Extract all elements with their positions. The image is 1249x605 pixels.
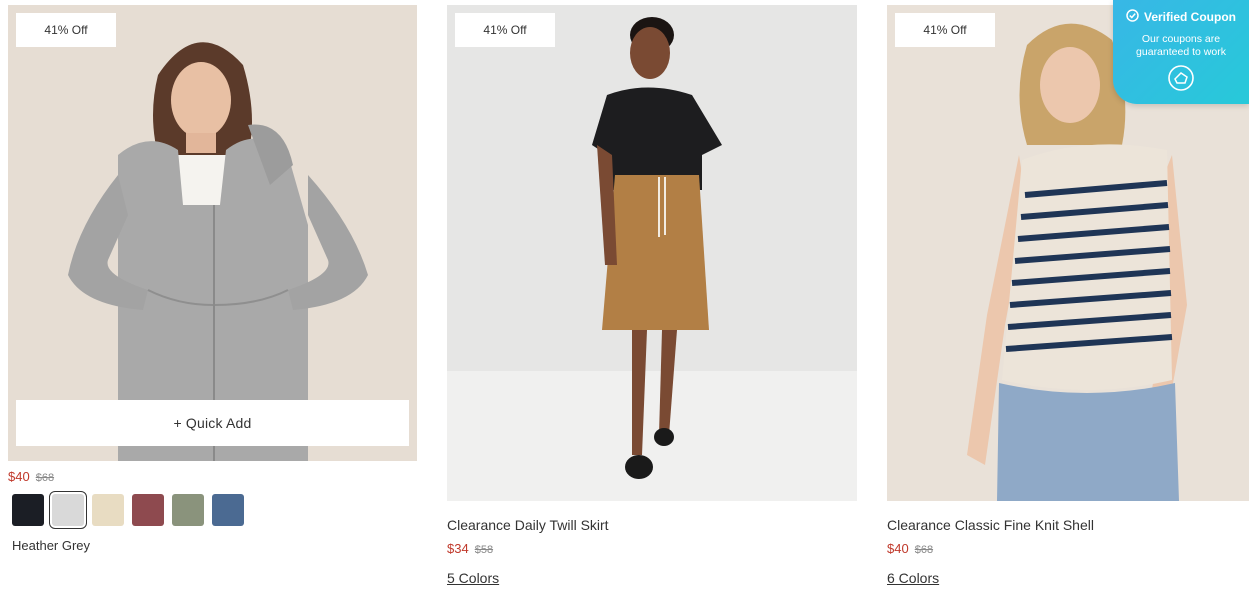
product-image-hoodie[interactable]: 41% Off + Quick Add xyxy=(8,5,417,461)
swatch-black[interactable] xyxy=(12,494,44,526)
coupon-brand-icon[interactable] xyxy=(1167,64,1195,97)
hoodie-model-illustration xyxy=(68,42,368,461)
swatch-oat[interactable] xyxy=(92,494,124,526)
coupon-header: Verified Coupon xyxy=(1113,9,1249,25)
product-card-twill-skirt[interactable]: 41% Off Clearance Daily Twill Skirt $34 $… xyxy=(447,5,857,588)
original-price: $68 xyxy=(35,472,55,484)
swatch-berry[interactable] xyxy=(132,494,164,526)
discount-badge: 41% Off xyxy=(16,13,116,47)
quick-add-button[interactable]: + Quick Add xyxy=(16,400,409,446)
original-price: $58 xyxy=(474,544,494,556)
product-title[interactable]: Clearance Classic Fine Knit Shell xyxy=(887,517,1249,533)
discount-badge: 41% Off xyxy=(895,13,995,47)
product-title[interactable]: Clearance Daily Twill Skirt xyxy=(447,517,857,533)
price-row: $34 $58 xyxy=(447,541,857,556)
swatch-heather-grey[interactable] xyxy=(49,491,87,529)
swatch-blue[interactable] xyxy=(212,494,244,526)
color-swatches xyxy=(8,491,417,529)
skirt-model-illustration xyxy=(447,17,857,501)
colors-link[interactable]: 5 Colors xyxy=(447,570,499,586)
coupon-subtitle: Our coupons are guaranteed to work xyxy=(1136,33,1226,58)
coupon-title: Verified Coupon xyxy=(1143,10,1236,24)
sale-price: $34 xyxy=(447,541,469,556)
swatch-sage[interactable] xyxy=(172,494,204,526)
colors-link[interactable]: 6 Colors xyxy=(887,570,939,586)
selected-color-name: Heather Grey xyxy=(12,538,91,553)
original-price: $68 xyxy=(914,544,934,556)
check-circle-icon xyxy=(1126,9,1139,25)
price-row: $40 $68 xyxy=(8,469,417,484)
discount-badge: 41% Off xyxy=(455,13,555,47)
verified-coupon-tab[interactable]: Verified Coupon Our coupons are guarante… xyxy=(1113,0,1249,104)
sale-price: $40 xyxy=(887,541,909,556)
sale-price: $40 xyxy=(8,469,30,484)
product-card-hoodie[interactable]: 41% Off + Quick Add $40 $68 Heather Grey xyxy=(8,5,417,553)
price-row: $40 $68 xyxy=(887,541,1249,556)
product-image-twill-skirt[interactable]: 41% Off xyxy=(447,5,857,501)
